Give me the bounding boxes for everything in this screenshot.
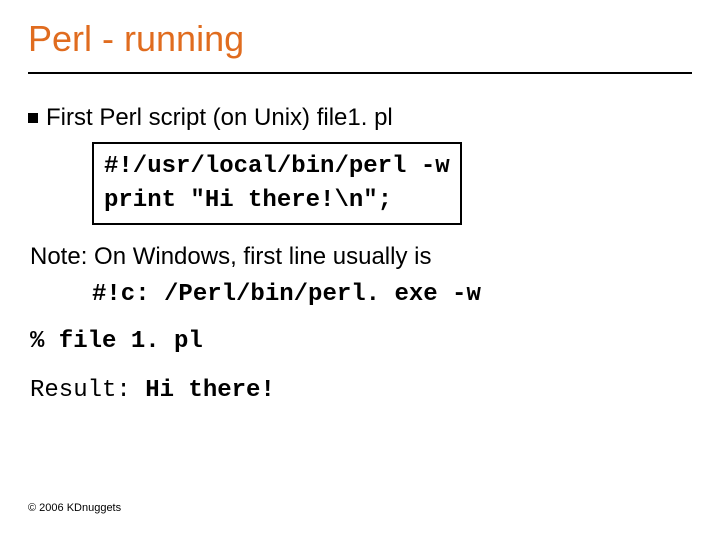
code-line-2: print "Hi there!\n"; <box>104 184 450 218</box>
result-value: Hi there! <box>145 377 275 404</box>
result-label: Result: <box>30 377 145 404</box>
bullet-icon <box>28 113 38 123</box>
result-line: Result: Hi there! <box>30 377 692 404</box>
bullet-item: First Perl script (on Unix) file1. pl <box>28 104 692 132</box>
slide-title: Perl - running <box>28 18 692 66</box>
code-line-1: #!/usr/local/bin/perl -w <box>104 150 450 184</box>
copyright: © 2006 KDnuggets <box>28 502 121 514</box>
code-box: #!/usr/local/bin/perl -w print "Hi there… <box>92 142 462 225</box>
windows-code: #!c: /Perl/bin/perl. exe -w <box>92 281 692 308</box>
command-line: % file 1. pl <box>30 328 692 355</box>
slide: Perl - running First Perl script (on Uni… <box>0 0 720 540</box>
note-text: Note: On Windows, first line usually is <box>30 243 692 271</box>
title-rule <box>28 72 692 74</box>
bullet-text: First Perl script (on Unix) file1. pl <box>46 104 393 132</box>
